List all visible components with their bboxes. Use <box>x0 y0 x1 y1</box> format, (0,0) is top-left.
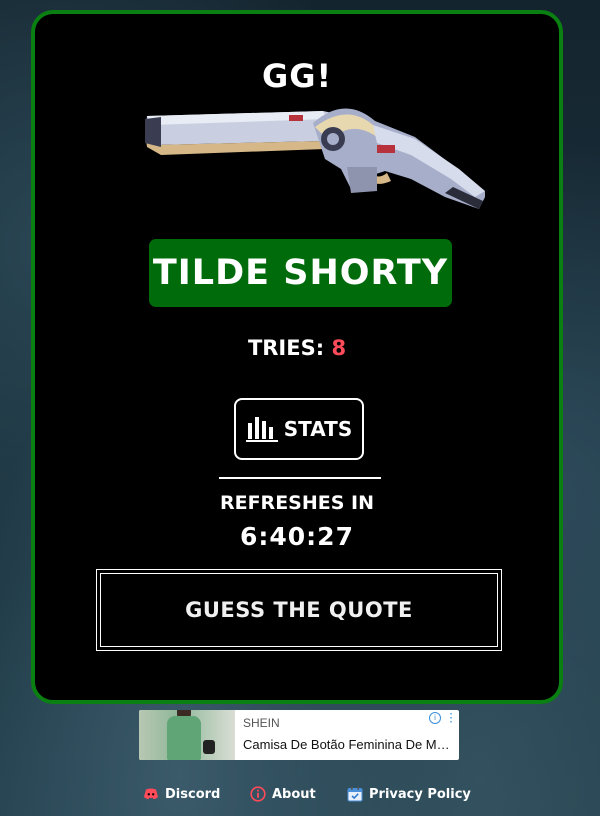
refresh-countdown: 6:40:27 <box>240 522 354 551</box>
guess-quote-button[interactable]: GUESS THE QUOTE <box>96 569 502 651</box>
ad-info-icon[interactable]: i <box>429 712 441 724</box>
discord-link[interactable]: Discord <box>143 786 220 802</box>
weapon-name-badge: TILDE SHORTY <box>149 239 452 307</box>
discord-link-label: Discord <box>165 786 221 802</box>
tries-counter: TRIES: 8 <box>35 336 559 360</box>
divider <box>219 477 381 479</box>
privacy-policy-link-label: Privacy Policy <box>369 786 471 802</box>
stats-button-label: STATS <box>283 417 353 441</box>
refresh-label: REFRESHES IN <box>219 492 375 514</box>
stats-button[interactable]: STATS <box>234 398 364 460</box>
privacy-policy-link[interactable]: Privacy Policy <box>347 786 471 802</box>
calendar-check-icon <box>347 786 363 802</box>
about-link[interactable]: About <box>250 786 316 802</box>
discord-icon <box>144 788 158 800</box>
ad-banner[interactable]: SHEIN Camisa De Botão Feminina De Manga … <box>139 710 459 760</box>
guess-quote-button-label: GUESS THE QUOTE <box>100 573 498 647</box>
about-link-label: About <box>272 786 316 802</box>
result-card: GG! TILDE SHORTY TRIES: 8 STATS REFRESHE… <box>31 10 563 704</box>
bar-chart-icon <box>245 417 278 442</box>
info-icon <box>250 786 266 802</box>
ad-title: Camisa De Botão Feminina De Manga Longa <box>243 737 455 752</box>
result-heading: GG! <box>261 57 333 95</box>
footer-links: Discord About Privacy Policy <box>0 786 600 808</box>
ad-brand: SHEIN <box>243 716 280 730</box>
ad-image <box>139 710 235 760</box>
ad-menu-icon[interactable]: · · · <box>447 710 455 728</box>
tries-value: 8 <box>331 336 347 360</box>
tries-label: TRIES: <box>247 336 332 360</box>
weapon-image <box>145 108 485 209</box>
